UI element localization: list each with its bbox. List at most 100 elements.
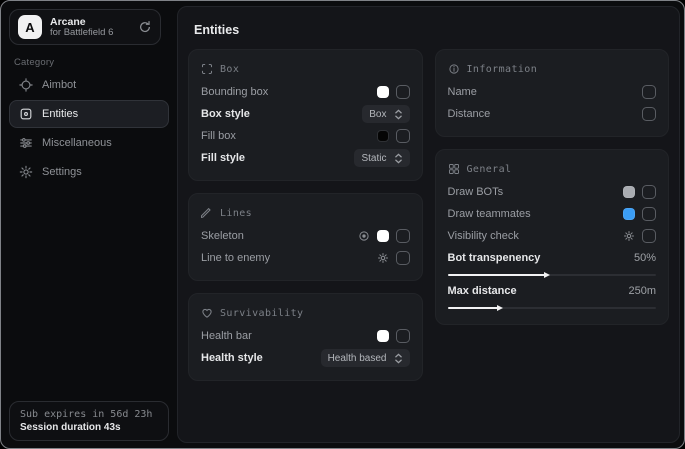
setting-row: Draw teammates: [448, 203, 657, 225]
checkbox[interactable]: [642, 229, 656, 243]
sidebar-item-aimbot[interactable]: Aimbot: [9, 71, 169, 99]
setting-row: Line to enemy: [201, 247, 410, 269]
color-swatch[interactable]: [377, 230, 389, 242]
max-distance-setting: Max distance 250m: [448, 281, 657, 309]
sidebar-item-label: Aimbot: [42, 79, 76, 91]
card-header-label: General: [467, 164, 512, 175]
setting-row: Draw BOTs: [448, 181, 657, 203]
dropdown-value: Health based: [328, 353, 387, 364]
color-swatch[interactable]: [377, 130, 389, 142]
health-style-dropdown[interactable]: Health based: [321, 349, 410, 367]
info-icon: [448, 63, 460, 75]
setting-row: Health style Health based: [201, 347, 410, 369]
box-card-header: Box: [201, 59, 410, 79]
checkbox[interactable]: [642, 85, 656, 99]
right-column: Information Name Distance: [435, 49, 670, 325]
checkbox[interactable]: [396, 229, 410, 243]
color-swatch[interactable]: [623, 208, 635, 220]
setting-label: Distance: [448, 108, 643, 120]
setting-row: Box style Box: [201, 103, 410, 125]
box-card: Box Bounding box Box style Box: [188, 49, 423, 181]
app-meta: Arcane for Battlefield 6: [50, 16, 130, 39]
survivability-card-header: Survivability: [201, 303, 410, 323]
sidebar-item-label: Entities: [42, 108, 78, 120]
setting-row: Skeleton: [201, 225, 410, 247]
app-name: Arcane: [50, 16, 130, 28]
pencil-icon: [201, 207, 213, 219]
target-icon[interactable]: [358, 230, 370, 242]
lines-card-header: Lines: [201, 203, 410, 223]
checkbox[interactable]: [642, 107, 656, 121]
gear-icon[interactable]: [623, 230, 635, 242]
color-swatch[interactable]: [377, 86, 389, 98]
information-card: Information Name Distance: [435, 49, 670, 137]
setting-row: Name: [448, 81, 657, 103]
setting-label: Bounding box: [201, 86, 377, 98]
setting-row: Bounding box: [201, 81, 410, 103]
gear-icon: [19, 165, 33, 179]
slider-value: 50%: [634, 252, 656, 264]
heart-icon: [201, 307, 213, 319]
sync-icon[interactable]: [138, 20, 152, 34]
chevrons-up-down-icon: [394, 153, 403, 164]
setting-label: Skeleton: [201, 230, 358, 242]
setting-label: Box style: [201, 108, 362, 120]
app-subtitle: for Battlefield 6: [50, 28, 130, 39]
sidebar: A Arcane for Battlefield 6 Category Aimb…: [1, 1, 176, 448]
app-window: A Arcane for Battlefield 6 Category Aimb…: [0, 0, 685, 449]
color-swatch[interactable]: [623, 186, 635, 198]
checkbox[interactable]: [642, 207, 656, 221]
chevrons-up-down-icon: [394, 353, 403, 364]
setting-row: Fill style Static: [201, 147, 410, 169]
grid-icon: [448, 163, 460, 175]
general-card: General Draw BOTs Draw teammates: [435, 149, 670, 325]
setting-label: Draw teammates: [448, 208, 624, 220]
card-header-label: Box: [220, 64, 239, 75]
app-header-card: A Arcane for Battlefield 6: [9, 9, 161, 45]
sidebar-item-miscellaneous[interactable]: Miscellaneous: [9, 129, 169, 157]
gear-icon[interactable]: [377, 252, 389, 264]
card-header-label: Information: [467, 64, 538, 75]
checkbox[interactable]: [396, 251, 410, 265]
left-column: Box Bounding box Box style Box: [188, 49, 423, 381]
sidebar-item-label: Miscellaneous: [42, 137, 112, 149]
sidebar-item-settings[interactable]: Settings: [9, 158, 169, 186]
color-swatch[interactable]: [377, 330, 389, 342]
chevrons-up-down-icon: [394, 109, 403, 120]
sidebar-nav: Aimbot Entities Miscellaneous: [9, 71, 169, 187]
checkbox[interactable]: [642, 185, 656, 199]
dropdown-value: Box: [369, 109, 386, 120]
dropdown-value: Static: [361, 153, 386, 164]
setting-label: Draw BOTs: [448, 186, 624, 198]
slider-fill: [448, 274, 546, 276]
checkbox[interactable]: [396, 85, 410, 99]
box-style-dropdown[interactable]: Box: [362, 105, 409, 123]
survivability-card: Survivability Health bar Health style: [188, 293, 423, 381]
setting-label: Fill box: [201, 130, 377, 142]
brackets-icon: [201, 63, 213, 75]
setting-label: Health style: [201, 352, 321, 364]
information-card-header: Information: [448, 59, 657, 79]
setting-label: Health bar: [201, 330, 377, 342]
setting-label: Line to enemy: [201, 252, 377, 264]
sidebar-item-entities[interactable]: Entities: [9, 100, 169, 128]
slider-label: Bot transpenency: [448, 252, 634, 264]
setting-label: Visibility check: [448, 230, 624, 242]
setting-row: Health bar: [201, 325, 410, 347]
slider-label: Max distance: [448, 285, 629, 297]
checkbox[interactable]: [396, 329, 410, 343]
slider-value: 250m: [628, 285, 656, 297]
fill-style-dropdown[interactable]: Static: [354, 149, 409, 167]
sub-expiry-text: Sub expires in 56d 23h: [20, 409, 158, 420]
card-header-label: Lines: [220, 208, 252, 219]
category-label: Category: [14, 57, 54, 68]
lines-card: Lines Skeleton Line to enemy: [188, 193, 423, 281]
entities-icon: [19, 107, 33, 121]
bot-transparency-slider[interactable]: [448, 274, 657, 276]
page-title: Entities: [194, 23, 669, 37]
max-distance-slider[interactable]: [448, 307, 657, 309]
setting-label: Fill style: [201, 152, 354, 164]
setting-label: Name: [448, 86, 643, 98]
general-card-header: General: [448, 159, 657, 179]
checkbox[interactable]: [396, 129, 410, 143]
